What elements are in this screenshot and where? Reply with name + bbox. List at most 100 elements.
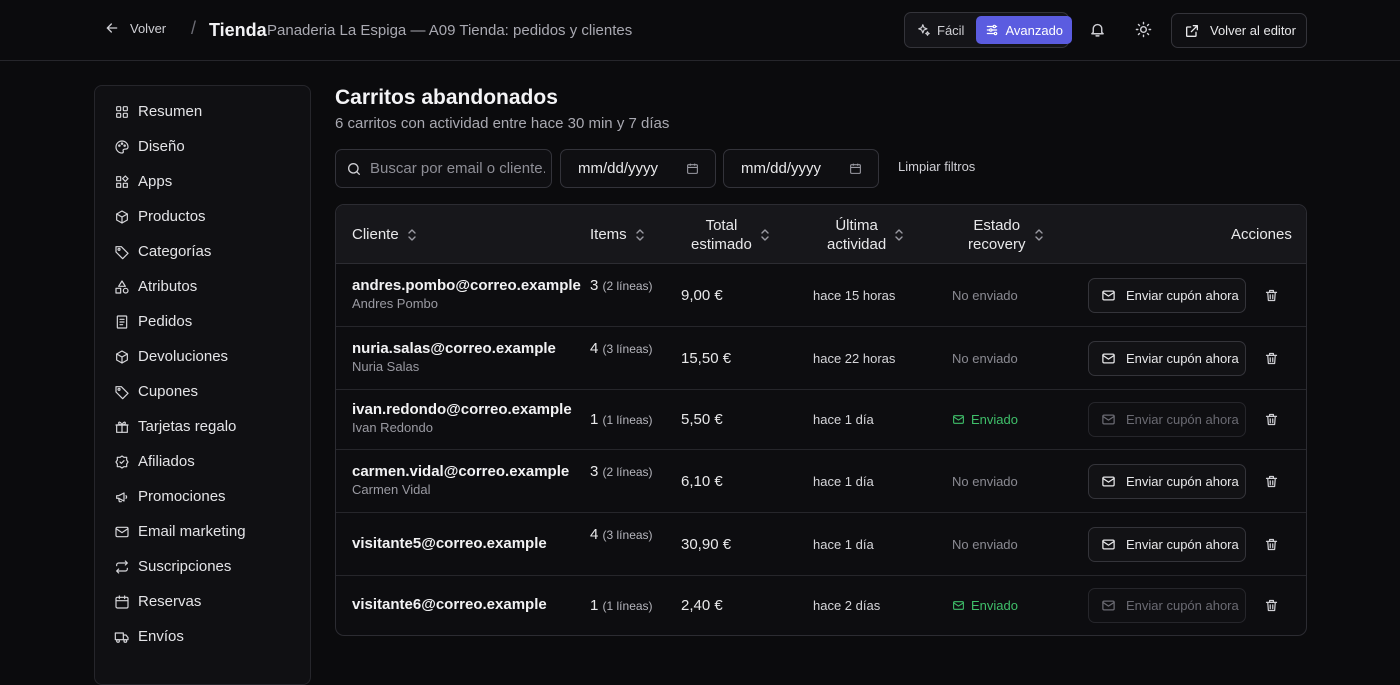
sidebar-item-label: Cupones xyxy=(138,383,199,400)
send-coupon-button[interactable]: Enviar cupón ahora xyxy=(1088,463,1246,499)
sidebar-item-tarjetas-regalo[interactable]: Tarjetas regalo xyxy=(95,409,310,444)
items-cell: 4 (3 líneas) xyxy=(590,339,660,359)
search-input[interactable] xyxy=(370,160,545,177)
sidebar-item-reservas[interactable]: Reservas xyxy=(95,584,310,619)
bell-icon xyxy=(1090,23,1104,37)
sidebar-item-atributos[interactable]: Atributos xyxy=(95,269,310,304)
status-label: No enviado xyxy=(952,350,1018,366)
delete-button[interactable] xyxy=(1264,474,1280,490)
table-row[interactable]: visitante6@correo.example 1 (1 líneas) 2… xyxy=(336,576,1306,635)
mode-advanced-button[interactable]: Avanzado xyxy=(976,16,1073,44)
column-client[interactable]: Cliente xyxy=(352,205,417,264)
back-label: Volver xyxy=(130,20,167,36)
delete-button[interactable] xyxy=(1264,537,1280,553)
column-total-line1: Total xyxy=(705,216,738,234)
megaphone-icon xyxy=(116,491,128,502)
sidebar-item-cupones[interactable]: Cupones xyxy=(95,374,310,409)
total-cell: 5,50 € xyxy=(681,411,723,428)
status-badge: No enviado xyxy=(952,351,1018,366)
sidebar-item-afiliados[interactable]: Afiliados xyxy=(95,444,310,479)
items-count: 1 xyxy=(590,411,599,428)
sidebar-item-label: Reservas xyxy=(138,593,202,610)
total-cell: 2,40 € xyxy=(681,596,723,614)
column-activity[interactable]: Última actividad xyxy=(827,205,904,264)
table-row[interactable]: visitante5@correo.example 4 (3 líneas) 3… xyxy=(336,513,1306,576)
sidebar-item-promociones[interactable]: Promociones xyxy=(95,479,310,514)
status-badge: No enviado xyxy=(952,537,1018,552)
clear-filters-button[interactable]: Limpiar filtros xyxy=(898,159,975,174)
status-label: Enviado xyxy=(971,597,1018,613)
send-coupon-button[interactable]: Enviar cupón ahora xyxy=(1088,340,1246,376)
client-cell: visitante6@correo.example xyxy=(352,596,547,613)
sidebar-item-productos[interactable]: Productos xyxy=(95,199,310,234)
sidebar-item-envios[interactable]: Envíos xyxy=(95,619,310,654)
table-row[interactable]: nuria.salas@correo.example Nuria Salas 4… xyxy=(336,327,1306,390)
mode-easy-label: Fácil xyxy=(937,22,965,38)
sort-icon xyxy=(895,228,903,241)
box-icon xyxy=(116,209,128,224)
activity-cell: hace 2 días xyxy=(813,597,881,613)
column-activity-label: Última actividad xyxy=(827,216,886,254)
sidebar-item-label: Promociones xyxy=(138,488,226,505)
table-row[interactable]: andres.pombo@correo.example Andres Pombo… xyxy=(336,264,1306,327)
badge-icon xyxy=(115,454,129,469)
activity-cell: hace 1 día xyxy=(813,473,874,489)
sidebar-item-label: Categorías xyxy=(138,243,212,260)
sidebar-item-resumen[interactable]: Resumen xyxy=(95,94,310,129)
sidebar-item-label: Pedidos xyxy=(138,313,193,330)
client-name: Carmen Vidal xyxy=(352,481,431,497)
total-cell: 15,50 € xyxy=(681,349,732,367)
column-items-label: Items xyxy=(590,226,627,243)
table-row[interactable]: carmen.vidal@correo.example Carmen Vidal… xyxy=(336,450,1306,513)
date-to-input[interactable]: mm/dd/yyyy xyxy=(723,149,879,188)
sidebar-item-diseno[interactable]: Diseño xyxy=(95,129,310,164)
trash-icon xyxy=(1265,599,1278,611)
total-cell: 6,10 € xyxy=(681,472,723,490)
sort-icon xyxy=(761,228,769,241)
items-cell: 3 (2 líneas) xyxy=(590,462,660,482)
client-cell: visitante5@correo.example xyxy=(352,535,547,552)
sidebar-item-categorias[interactable]: Categorías xyxy=(95,234,310,269)
client-cell: ivan.redondo@correo.example Ivan Redondo xyxy=(352,401,572,435)
theme-toggle-button[interactable] xyxy=(1132,18,1154,40)
sidebar-item-label: Apps xyxy=(138,173,173,190)
send-coupon-button[interactable]: Enviar cupón ahora xyxy=(1088,277,1246,313)
table-row[interactable]: ivan.redondo@correo.example Ivan Redondo… xyxy=(336,390,1306,450)
client-email: ivan.redondo@correo.example xyxy=(352,401,572,418)
delete-button[interactable] xyxy=(1264,351,1280,367)
mail-icon xyxy=(1102,476,1115,486)
items-count: 3 xyxy=(590,462,599,480)
column-total-label: Total estimado xyxy=(691,216,752,254)
status-badge: No enviado xyxy=(952,474,1018,489)
send-coupon-button[interactable]: Enviar cupón ahora xyxy=(1088,526,1246,562)
column-status[interactable]: Estado recovery xyxy=(968,205,1044,264)
notifications-button[interactable] xyxy=(1086,18,1108,40)
abandoned-carts-table: Cliente Items Total estimado Última acti… xyxy=(335,204,1307,636)
calendar-icon xyxy=(850,163,861,174)
items-lines: (2 líneas) xyxy=(602,464,653,479)
send-coupon-label: Enviar cupón ahora xyxy=(1126,597,1239,613)
sidebar-item-devoluciones[interactable]: Devoluciones xyxy=(95,339,310,374)
send-coupon-button[interactable]: Enviar cupón ahora xyxy=(1088,402,1246,437)
tag-icon xyxy=(115,385,129,399)
back-button[interactable]: Volver xyxy=(104,20,166,36)
delete-button[interactable] xyxy=(1264,288,1280,304)
sidebar-item-suscripciones[interactable]: Suscripciones xyxy=(95,549,310,584)
client-email: carmen.vidal@correo.example xyxy=(352,462,570,480)
client-email: visitante6@correo.example xyxy=(352,595,547,613)
column-items[interactable]: Items xyxy=(590,205,645,264)
column-total[interactable]: Total estimado xyxy=(691,205,770,264)
sidebar-item-email-marketing[interactable]: Email marketing xyxy=(95,514,310,549)
items-cell: 1 (1 líneas) xyxy=(590,596,680,616)
tag-icon xyxy=(115,245,129,259)
send-coupon-label: Enviar cupón ahora xyxy=(1126,473,1239,489)
total-cell: 9,00 € xyxy=(681,286,723,304)
sidebar-item-apps[interactable]: Apps xyxy=(95,164,310,199)
delete-button[interactable] xyxy=(1264,412,1280,428)
mode-easy-button[interactable]: Fácil xyxy=(908,16,973,44)
back-to-editor-button[interactable]: Volver al editor xyxy=(1171,13,1307,48)
date-from-input[interactable]: mm/dd/yyyy xyxy=(560,149,716,188)
send-coupon-button[interactable]: Enviar cupón ahora xyxy=(1088,587,1246,623)
sidebar-item-pedidos[interactable]: Pedidos xyxy=(95,304,310,339)
delete-button[interactable] xyxy=(1264,598,1280,614)
